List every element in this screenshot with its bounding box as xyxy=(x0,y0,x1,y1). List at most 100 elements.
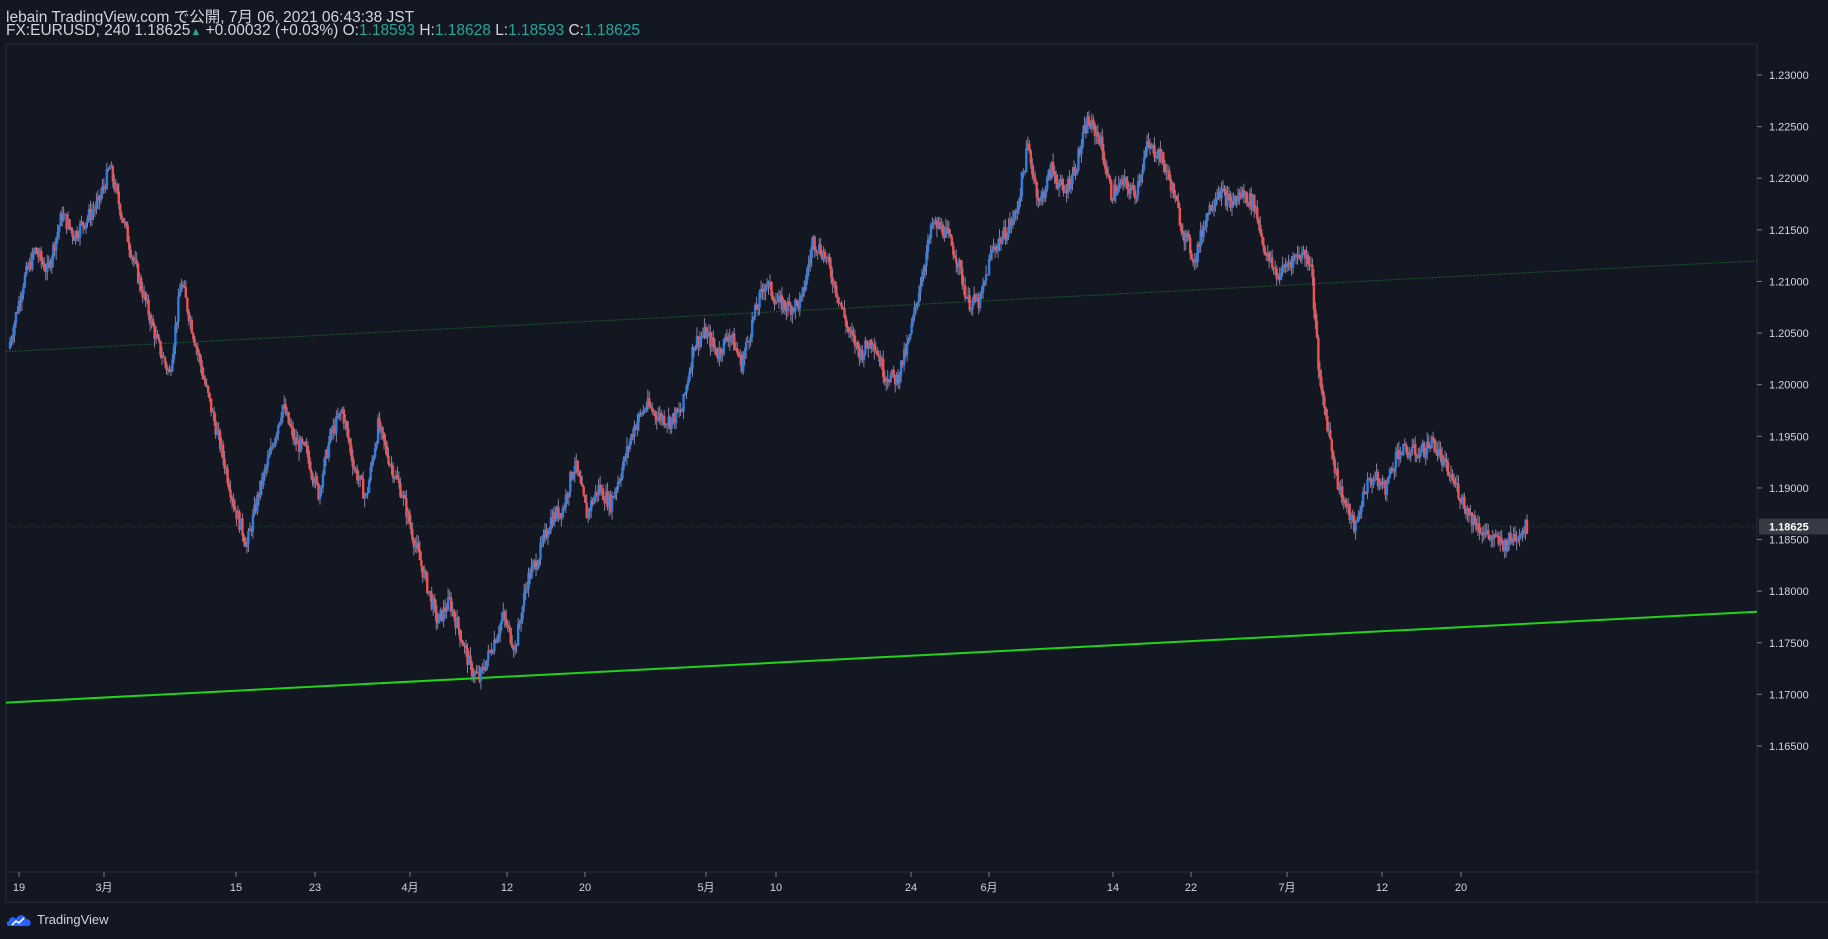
candle-body xyxy=(157,337,161,341)
candle-body xyxy=(637,413,641,423)
candle-body xyxy=(208,392,211,399)
footer-brand[interactable]: TradingView xyxy=(37,912,109,927)
candle-body xyxy=(628,441,632,449)
candle-body xyxy=(981,284,985,293)
candle-body xyxy=(758,292,761,308)
y-tick-label: 1.22000 xyxy=(1769,173,1809,185)
candle-body xyxy=(204,378,207,385)
candle-body xyxy=(601,488,605,501)
candle-body xyxy=(983,280,986,285)
candle-body xyxy=(396,475,399,480)
candle-body xyxy=(22,286,25,295)
candle-body xyxy=(482,666,486,670)
candle xyxy=(1205,212,1208,233)
candle xyxy=(323,456,326,476)
candle-body xyxy=(1463,496,1466,509)
candle-body xyxy=(1147,141,1150,145)
x-tick-label: 7月 xyxy=(1278,882,1295,894)
candle-body xyxy=(524,589,527,594)
candle xyxy=(1329,422,1332,440)
candle-body xyxy=(209,398,213,413)
candle xyxy=(516,617,520,646)
candle-body xyxy=(978,294,982,309)
candle xyxy=(1418,447,1421,463)
candle xyxy=(992,238,995,252)
candle-body xyxy=(1180,225,1183,232)
candle-body xyxy=(736,347,739,353)
candle-body xyxy=(126,225,129,243)
price-chart[interactable]: 1.23000 1.22500 1.22000 1.21500 1.21000 1.205… xyxy=(0,0,1828,939)
candle-body xyxy=(516,624,520,646)
candle xyxy=(294,429,298,452)
candle-body xyxy=(499,624,502,634)
candle xyxy=(1202,220,1205,243)
drawing-lines[interactable] xyxy=(5,260,1758,704)
candle-body xyxy=(546,534,550,538)
candle-body xyxy=(68,219,71,228)
candle-body xyxy=(223,458,226,469)
candle-body xyxy=(1323,396,1326,408)
candle-body xyxy=(233,506,237,511)
candle-body xyxy=(1037,197,1040,201)
candles[interactable] xyxy=(8,110,1529,690)
time-axis[interactable]: 19 3月 15 23 4月 12 20 5月 10 24 6月 14 22 7月 12 20 xyxy=(13,872,1467,894)
candle-body xyxy=(1458,498,1462,502)
candle-body xyxy=(1144,150,1147,158)
candle-body xyxy=(1156,157,1159,159)
price-axis[interactable]: 1.23000 1.22500 1.22000 1.21500 1.21000 1.205… xyxy=(1757,70,1828,753)
candle xyxy=(633,420,636,445)
candle-body xyxy=(688,371,691,381)
y-tick-label: 1.20000 xyxy=(1769,380,1809,392)
candle xyxy=(1473,510,1477,526)
candle-body xyxy=(1518,534,1521,541)
candle-body xyxy=(1016,209,1019,214)
candle-body xyxy=(1385,483,1389,496)
candle-body xyxy=(434,605,438,622)
candle-body xyxy=(1211,207,1214,211)
candle-body xyxy=(1129,189,1132,194)
tradingview-cloud-icon[interactable] xyxy=(6,913,32,927)
candle-body xyxy=(965,298,968,300)
candle-body xyxy=(1028,143,1031,151)
candle-body xyxy=(907,339,910,343)
candle xyxy=(1259,215,1262,236)
candle-body xyxy=(795,300,799,302)
candle-body xyxy=(232,499,235,507)
candle-body xyxy=(1403,443,1407,446)
candle-body xyxy=(1080,145,1083,154)
candle-body xyxy=(372,457,375,462)
candle-body xyxy=(1312,277,1316,310)
candle xyxy=(1333,456,1336,479)
candle-body xyxy=(680,411,684,413)
candle-body xyxy=(81,221,85,226)
candle-body xyxy=(116,184,119,192)
candle-body xyxy=(1411,446,1414,454)
candle xyxy=(1220,181,1223,207)
candle-body xyxy=(205,384,208,387)
candle-body xyxy=(69,227,73,231)
candle xyxy=(1300,246,1304,265)
candle-body xyxy=(1256,207,1259,220)
candle-body xyxy=(810,246,813,259)
candle-body xyxy=(931,224,934,226)
candle-body xyxy=(201,365,204,376)
candle-body xyxy=(844,317,848,327)
candle-body xyxy=(525,588,529,590)
candle-body xyxy=(643,409,647,411)
candle-body xyxy=(689,368,693,372)
candle xyxy=(299,436,302,453)
candle-body xyxy=(409,522,413,530)
candle-body xyxy=(941,224,945,236)
candle-body xyxy=(335,416,338,434)
candle xyxy=(151,315,155,327)
candle-body xyxy=(1314,309,1317,321)
candle-body xyxy=(1363,491,1366,494)
candle-body xyxy=(743,350,746,359)
x-tick-label: 14 xyxy=(1107,882,1119,894)
candle-body xyxy=(1031,163,1034,175)
candle-body xyxy=(1297,254,1301,258)
x-tick-label: 6月 xyxy=(980,882,997,894)
candle-body xyxy=(662,415,666,426)
candle-body xyxy=(1220,188,1223,199)
candle-body xyxy=(993,246,997,250)
